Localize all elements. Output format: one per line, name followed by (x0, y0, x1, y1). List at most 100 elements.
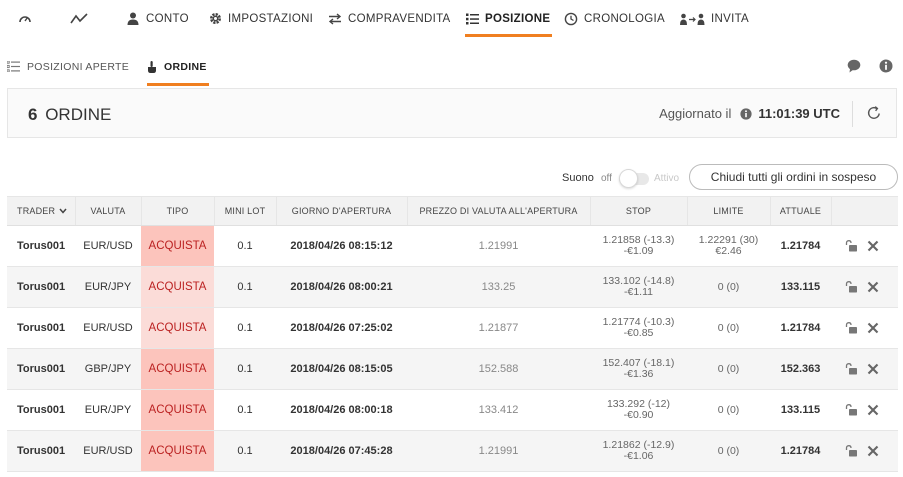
sound-toggle-knob[interactable] (619, 169, 638, 188)
cell-type: ACQUISTA (141, 430, 214, 472)
cell-type: ACQUISTA (141, 348, 214, 390)
close-icon[interactable] (867, 281, 879, 293)
lock-icon[interactable] (845, 445, 858, 457)
lock-icon[interactable] (845, 404, 858, 416)
sound-label: Suono (562, 172, 594, 184)
close-icon[interactable] (867, 404, 879, 416)
top-nav: CONTO IMPOSTAZIONI COMPRAVENDITA POSIZIO… (0, 0, 903, 37)
nav-posizione[interactable]: POSIZIONE (465, 0, 553, 37)
close-icon[interactable] (867, 363, 879, 375)
cell-open-day: 2018/04/26 08:15:05 (276, 348, 407, 390)
nav-cronologia-label: CRONOLOGIA (584, 12, 665, 25)
col-header-currency: VALUTA (75, 196, 142, 226)
col-header-trader[interactable]: TRADER (7, 196, 76, 226)
cell-current: 152.363 (770, 348, 831, 390)
table-row[interactable]: Torus001 GBP/JPY ACQUISTA 0.1 2018/04/26 08:… (7, 348, 898, 390)
table-row[interactable]: Torus001 EUR/USD ACQUISTA 0.1 2018/04/26 07:… (7, 307, 898, 349)
gauge-icon (18, 12, 32, 26)
swap-icon (328, 12, 342, 26)
close-icon[interactable] (867, 445, 879, 457)
col-header-mini-lot: MINI LOT (214, 196, 277, 226)
sound-toggle[interactable] (619, 169, 649, 188)
nav-compravendita-label: COMPRAVENDITA (348, 12, 451, 25)
limit-amount: €2.46 (715, 245, 742, 257)
tab-open-positions[interactable]: POSIZIONI APERTE (7, 52, 129, 86)
gear-icon (208, 12, 222, 26)
cell-limit[interactable]: 1.22291 (30) €2.46 (687, 225, 770, 267)
updated-info: Aggiornato il 11:01:39 UTC (659, 106, 840, 121)
cell-mini-lot: 0.1 (214, 307, 276, 349)
col-header-trader-label: TRADER (17, 205, 56, 216)
table-row[interactable]: Torus001 EUR/USD ACQUISTA 0.1 2018/04/26 08:… (7, 225, 898, 267)
nav-cronologia[interactable]: CRONOLOGIA (564, 0, 665, 37)
cell-mini-lot: 0.1 (214, 348, 276, 390)
cell-stop[interactable]: 1.21858 (-13.3) -€1.09 (590, 225, 687, 267)
list-icon (7, 61, 20, 72)
cell-limit[interactable]: 0 (0) (687, 348, 770, 390)
stop-amount: -€1.06 (623, 450, 654, 462)
cell-stop[interactable]: 133.102 (-14.8) -€1.11 (590, 266, 687, 308)
refresh-icon[interactable] (866, 105, 882, 126)
lock-icon[interactable] (845, 281, 858, 293)
lock-icon[interactable] (845, 322, 858, 334)
info-icon (740, 107, 752, 120)
cell-trader: Torus001 (7, 430, 75, 472)
nav-invita[interactable]: INVITA (680, 0, 749, 37)
close-icon[interactable] (867, 240, 879, 252)
sound-row: Suono off Attivo Chiudi tutti gli ordini… (0, 164, 903, 192)
cell-open-price: 133.25 (407, 266, 590, 308)
close-all-pending-button[interactable]: Chiudi tutti gli ordini in sospeso (689, 164, 898, 190)
tab-order-label: ORDINE (164, 61, 207, 73)
cell-currency: EUR/JPY (75, 389, 141, 431)
list-icon (465, 12, 479, 26)
table-row[interactable]: Torus001 EUR/JPY ACQUISTA 0.1 2018/04/26 08:… (7, 389, 898, 431)
nav-invita-label: INVITA (711, 12, 750, 25)
cell-actions (831, 266, 898, 308)
cell-stop[interactable]: 133.292 (-12) -€0.90 (590, 389, 687, 431)
table-row[interactable]: Torus001 EUR/JPY ACQUISTA 0.1 2018/04/26 08:… (7, 266, 898, 308)
lock-icon[interactable] (845, 240, 858, 252)
cell-open-price: 1.21991 (407, 430, 590, 472)
cell-open-price: 1.21877 (407, 307, 590, 349)
chevron-down-icon (59, 206, 67, 216)
stop-amount: -€1.36 (623, 368, 654, 380)
sound-off-label: off (601, 173, 612, 184)
cell-actions (831, 348, 898, 390)
cell-stop[interactable]: 152.407 (-18.1) -€1.36 (590, 348, 687, 390)
table-row[interactable]: Torus001 EUR/USD ACQUISTA 0.1 2018/04/26 07:… (7, 430, 898, 472)
cell-currency: EUR/USD (75, 307, 141, 349)
cell-type: ACQUISTA (141, 389, 214, 431)
cell-limit[interactable]: 0 (0) (687, 389, 770, 431)
cell-limit[interactable]: 0 (0) (687, 307, 770, 349)
hand-pointer-icon (147, 61, 157, 73)
cell-stop[interactable]: 1.21862 (-12.9) -€1.06 (590, 430, 687, 472)
close-icon[interactable] (867, 322, 879, 334)
nav-trend[interactable] (70, 0, 94, 37)
cell-actions (831, 430, 898, 472)
nav-impostazioni[interactable]: IMPOSTAZIONI (208, 0, 313, 37)
tab-order[interactable]: ORDINE (147, 52, 209, 86)
cell-limit[interactable]: 0 (0) (687, 430, 770, 472)
nav-conto[interactable]: CONTO (126, 0, 189, 37)
nav-compravendita[interactable]: COMPRAVENDITA (328, 0, 451, 37)
cell-actions (831, 389, 898, 431)
cell-mini-lot: 0.1 (214, 430, 276, 472)
limit-value: 0 (0) (717, 444, 740, 457)
cell-open-price: 152.588 (407, 348, 590, 390)
cell-limit[interactable]: 0 (0) (687, 266, 770, 308)
updated-time: 11:01:39 UTC (758, 106, 840, 121)
cell-open-day: 2018/04/26 08:00:21 (276, 266, 407, 308)
chat-icon[interactable] (847, 59, 861, 73)
order-count: 6 (28, 105, 38, 124)
limit-value: 0 (0) (717, 362, 740, 375)
info-icon[interactable] (879, 59, 893, 73)
nav-dashboard[interactable] (18, 0, 38, 37)
cell-mini-lot: 0.1 (214, 266, 276, 308)
cell-stop[interactable]: 1.21774 (-10.3) -€0.85 (590, 307, 687, 349)
limit-value: 0 (0) (717, 321, 740, 334)
table-header-row: TRADER VALUTA TIPO MINI LOT GIORNO D'APE… (7, 196, 898, 226)
lock-icon[interactable] (845, 363, 858, 375)
trend-icon (70, 12, 88, 26)
nav-posizione-label: POSIZIONE (485, 12, 551, 25)
tab-open-positions-label: POSIZIONI APERTE (27, 61, 130, 73)
